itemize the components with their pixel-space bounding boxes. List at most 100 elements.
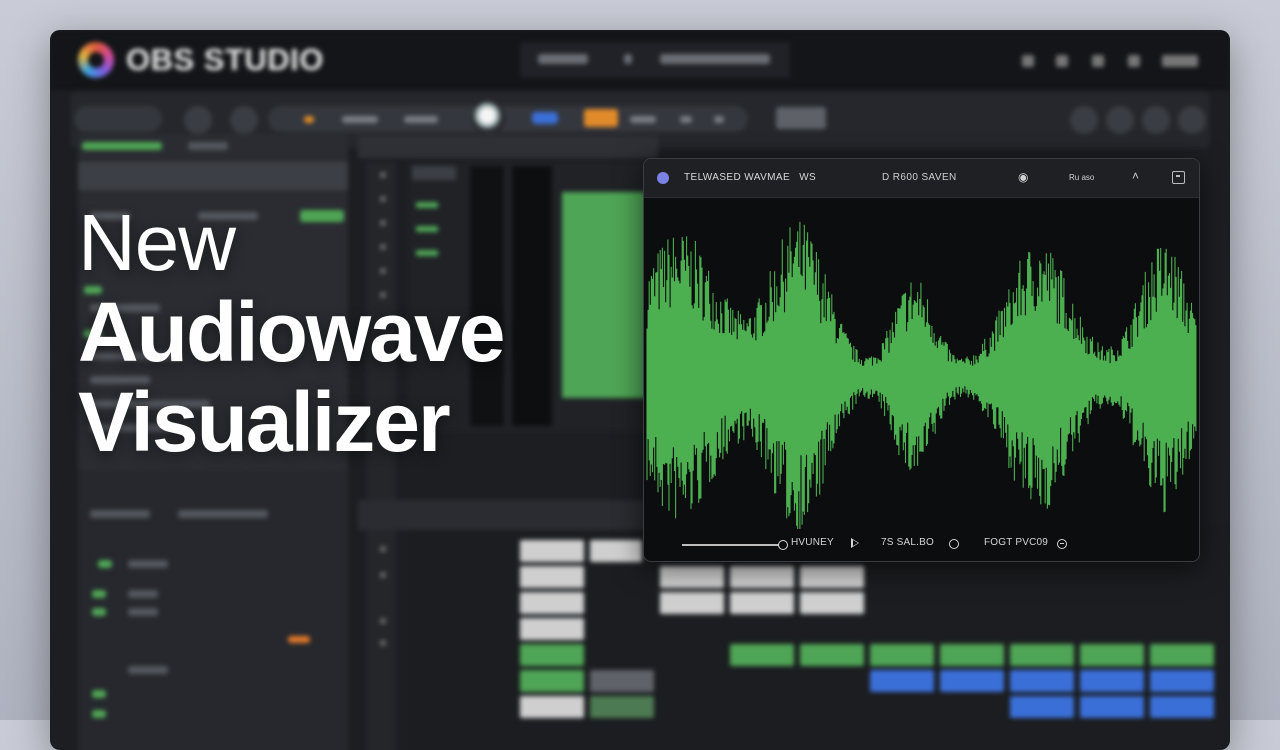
orange-toggle[interactable] bbox=[584, 109, 618, 127]
step-cell-green[interactable] bbox=[800, 644, 864, 666]
tab-label-placeholder bbox=[660, 54, 770, 64]
volume-knob[interactable] bbox=[472, 102, 506, 136]
mixer-toggle[interactable] bbox=[92, 690, 106, 698]
scene-selector[interactable] bbox=[74, 106, 162, 132]
seq-marker bbox=[380, 546, 386, 552]
step-cell[interactable] bbox=[800, 566, 864, 588]
controls-strip bbox=[268, 106, 748, 132]
seek-slider-handle[interactable] bbox=[778, 540, 788, 550]
step-cell[interactable] bbox=[520, 566, 584, 588]
mixer-row bbox=[128, 666, 168, 674]
step-cell-green[interactable] bbox=[870, 644, 934, 666]
mixer-row bbox=[178, 510, 268, 518]
chevron-up-icon[interactable]: ˄ bbox=[1132, 169, 1139, 183]
step-cell-green[interactable] bbox=[730, 644, 794, 666]
step-cell[interactable] bbox=[520, 540, 584, 562]
live-indicator bbox=[304, 116, 314, 123]
pattern-cell-active[interactable] bbox=[562, 192, 648, 398]
seq-marker bbox=[380, 572, 386, 578]
headline-line-3: Visualizer bbox=[78, 375, 451, 469]
step-cell[interactable] bbox=[730, 566, 794, 588]
mixer-toggle[interactable] bbox=[92, 608, 106, 616]
footer-label-3: FOGT PVC09 bbox=[984, 537, 1049, 548]
visualizer-source-label: D R600 SAVEN bbox=[882, 172, 957, 183]
control-label bbox=[342, 116, 378, 123]
search-input[interactable] bbox=[78, 162, 348, 190]
eye-icon[interactable]: ◉ bbox=[1018, 170, 1028, 184]
minus-circle-icon[interactable] bbox=[1057, 539, 1067, 549]
step-sequencer bbox=[410, 530, 1230, 750]
control-label bbox=[404, 116, 438, 123]
seek-slider[interactable] bbox=[682, 544, 782, 546]
step-cell-green[interactable] bbox=[1010, 644, 1074, 666]
step-cell-blue[interactable] bbox=[1150, 696, 1214, 718]
promo-headline: New Audiowave Visualizer bbox=[78, 198, 505, 469]
stop-icon[interactable] bbox=[230, 106, 258, 134]
visualizer-title-text: TELWASED WAVMAE bbox=[684, 172, 791, 183]
seq-marker bbox=[380, 172, 386, 178]
step-cell-green[interactable] bbox=[590, 696, 654, 718]
visualizer-controls: HVUNEY 7S SAL.BO FOGT PVC09 bbox=[644, 531, 1199, 559]
footer-label-2: 7S SAL.BO bbox=[881, 537, 934, 548]
visualizer-header: TELWASED WAVMAE WS D R600 SAVEN ◉ Ru aso… bbox=[644, 159, 1199, 198]
step-cell[interactable] bbox=[590, 540, 642, 562]
sequencer-header bbox=[358, 136, 658, 158]
obs-logo-icon bbox=[78, 42, 114, 78]
play-icon[interactable] bbox=[851, 538, 859, 548]
visualizer-mode-label[interactable]: Ru aso bbox=[1069, 173, 1094, 182]
pattern-cell[interactable] bbox=[512, 166, 552, 426]
step-cell-green[interactable] bbox=[520, 644, 584, 666]
step-cell[interactable] bbox=[660, 592, 724, 614]
mixer-toggle[interactable] bbox=[92, 590, 106, 598]
pin-icon[interactable] bbox=[1128, 55, 1140, 67]
go-live-button[interactable] bbox=[776, 107, 826, 129]
step-cell[interactable] bbox=[520, 618, 584, 640]
step-cell-green[interactable] bbox=[940, 644, 1004, 666]
grid-icon[interactable] bbox=[1092, 55, 1104, 67]
brand-name: OBS STUDIO bbox=[126, 42, 324, 77]
record-icon[interactable] bbox=[184, 106, 212, 134]
audio-waveform bbox=[646, 221, 1197, 529]
link-icon[interactable] bbox=[1056, 55, 1068, 67]
step-cell[interactable] bbox=[520, 592, 584, 614]
step-cell[interactable] bbox=[800, 592, 864, 614]
step-cell-blue[interactable] bbox=[1010, 696, 1074, 718]
mixer-toggle[interactable] bbox=[98, 560, 112, 568]
search-icon[interactable] bbox=[714, 116, 724, 123]
record-ring-icon[interactable] bbox=[949, 539, 959, 549]
step-cell-blue[interactable] bbox=[1080, 670, 1144, 692]
profile-icon[interactable] bbox=[1178, 106, 1206, 134]
tools-icon[interactable] bbox=[1106, 106, 1134, 134]
menu-icon[interactable] bbox=[1162, 55, 1198, 67]
gear-icon[interactable] bbox=[1022, 55, 1034, 67]
step-cell[interactable] bbox=[590, 670, 654, 692]
step-cell-green[interactable] bbox=[1080, 644, 1144, 666]
panel-tab[interactable] bbox=[188, 142, 228, 150]
settings-icon[interactable] bbox=[1070, 106, 1098, 134]
step-cell-blue[interactable] bbox=[1080, 696, 1144, 718]
seq-marker bbox=[380, 618, 386, 624]
visualizer-title: TELWASED WAVMAE WS bbox=[684, 172, 816, 183]
step-cell-blue[interactable] bbox=[870, 670, 934, 692]
mixer-row bbox=[128, 590, 158, 598]
step-cell-green[interactable] bbox=[520, 670, 584, 692]
expand-icon[interactable] bbox=[1172, 171, 1185, 184]
step-cell[interactable] bbox=[520, 696, 584, 718]
step-cell[interactable] bbox=[730, 592, 794, 614]
help-icon[interactable] bbox=[1142, 106, 1170, 134]
visualizer-badge: WS bbox=[799, 172, 817, 183]
step-cell[interactable] bbox=[660, 566, 724, 588]
seq-marker bbox=[380, 640, 386, 646]
mixer-panel bbox=[78, 470, 348, 750]
mixer-alert bbox=[288, 636, 310, 643]
pattern-cell[interactable] bbox=[412, 166, 456, 180]
mixer-toggle[interactable] bbox=[92, 710, 106, 718]
top-tab-bar[interactable] bbox=[520, 42, 790, 78]
headline-line-1: New bbox=[78, 198, 236, 287]
step-cell-blue[interactable] bbox=[940, 670, 1004, 692]
panel-tab-active[interactable] bbox=[82, 142, 162, 150]
step-cell-blue[interactable] bbox=[1010, 670, 1074, 692]
blue-toggle[interactable] bbox=[532, 112, 558, 124]
step-cell-blue[interactable] bbox=[1150, 670, 1214, 692]
step-cell-green[interactable] bbox=[1150, 644, 1214, 666]
